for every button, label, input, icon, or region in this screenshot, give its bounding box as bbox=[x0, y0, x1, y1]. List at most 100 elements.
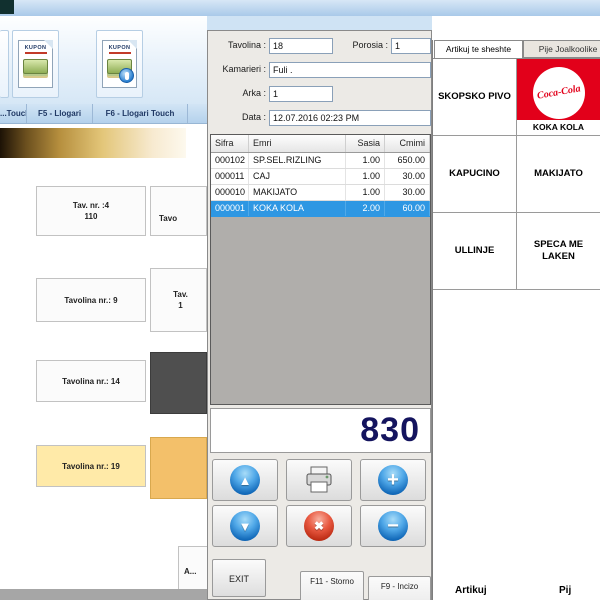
delete-button[interactable]: ✖ bbox=[286, 505, 352, 547]
table-button-label: Tavolina nr.: 14 bbox=[62, 376, 120, 387]
cell-emri: SP.SEL.RIZLING bbox=[249, 153, 346, 168]
kupon-document-icon: KUPON bbox=[102, 40, 137, 88]
cell-sasia: 2.00 bbox=[346, 201, 385, 216]
table-button-4[interactable]: Tav. nr. :4 110 bbox=[36, 186, 146, 236]
kamarieri-label: Kamarieri : bbox=[210, 64, 266, 74]
product-makijato[interactable]: MAKIJATO bbox=[517, 136, 600, 213]
cell-emri: CAJ bbox=[249, 169, 346, 184]
toolbar-label-band: ...Touch F5 - Llogari F6 - Llogari Touch bbox=[0, 104, 207, 124]
app-corner-icon bbox=[0, 0, 14, 14]
table-button-label: Tav. bbox=[173, 289, 188, 300]
banner-image bbox=[0, 128, 186, 158]
exit-button[interactable]: EXIT bbox=[212, 559, 266, 597]
close-icon: ✖ bbox=[304, 511, 334, 541]
table-button-partial-bottom[interactable]: A... bbox=[178, 546, 208, 590]
total-box: 830 bbox=[210, 408, 431, 453]
cell-cmimi: 30.00 bbox=[385, 169, 430, 184]
table-button-partial-4[interactable] bbox=[150, 437, 207, 499]
storno-button[interactable]: F11 - Storno bbox=[300, 571, 364, 600]
tavolina-label: Tavolina : bbox=[214, 40, 266, 50]
toolbar-button-touch[interactable] bbox=[0, 30, 9, 98]
cell-sasia: 1.00 bbox=[346, 185, 385, 200]
toolbar-label-f5-llogari[interactable]: F5 - Llogari bbox=[27, 104, 93, 123]
product-skopsko-pivo[interactable]: SKOPSKO PIVO bbox=[433, 59, 517, 136]
kupon-underline bbox=[25, 52, 47, 54]
tab-artikuj-te-sheshte[interactable]: Artikuj te sheshte bbox=[434, 40, 523, 58]
print-button[interactable] bbox=[286, 459, 352, 501]
order-panel: Tavolina : Porosia : Kamarieri : Arka : … bbox=[207, 30, 432, 600]
product-label: KAPUCINO bbox=[449, 168, 500, 180]
order-row[interactable]: 000010 MAKIJATO 1.00 30.00 bbox=[211, 185, 430, 201]
cell-sifra: 000102 bbox=[211, 153, 249, 168]
toolbar-button-f6-llogari-touch[interactable]: KUPON bbox=[96, 30, 143, 98]
order-row[interactable]: 000102 SP.SEL.RIZLING 1.00 650.00 bbox=[211, 153, 430, 169]
bottom-strip bbox=[0, 589, 207, 600]
order-row[interactable]: 000011 CAJ 1.00 30.00 bbox=[211, 169, 430, 185]
column-header-sasia[interactable]: Sasia bbox=[346, 135, 385, 152]
table-button-label: Tavolina nr.: 9 bbox=[64, 295, 117, 306]
product-koka-kola[interactable]: Coca-Cola KOKA KOLA bbox=[517, 59, 600, 136]
order-row-selected[interactable]: 000001 KOKA KOLA 2.00 60.00 bbox=[211, 201, 430, 217]
table-button-partial-2[interactable]: Tav. 1 bbox=[150, 268, 207, 332]
toolbar-label-touch[interactable]: ...Touch bbox=[0, 104, 27, 123]
table-button-9[interactable]: Tavolina nr.: 9 bbox=[36, 278, 146, 322]
toolbar: KUPON KUPON bbox=[0, 16, 207, 104]
add-item-button[interactable]: + bbox=[360, 459, 426, 501]
porosia-label: Porosia : bbox=[338, 40, 388, 50]
incizo-button[interactable]: F9 - Incizo bbox=[368, 576, 431, 600]
cell-sasia: 1.00 bbox=[346, 169, 385, 184]
bottom-tab-artikuj[interactable]: Artikuj bbox=[455, 585, 487, 596]
product-speca-me-laken[interactable]: SPECA ME LAKEN bbox=[517, 213, 600, 290]
product-label: MAKIJATO bbox=[534, 168, 583, 180]
tab-pije-joalkoolike[interactable]: Pije Joalkoolike bbox=[523, 40, 600, 58]
table-button-19[interactable]: Tavolina nr.: 19 bbox=[36, 445, 146, 487]
products-top-area bbox=[432, 16, 600, 40]
table-button-label: A... bbox=[184, 566, 196, 577]
arrow-down-icon: ▼ bbox=[230, 511, 260, 541]
product-ullinje[interactable]: ULLINJE bbox=[433, 213, 517, 290]
minus-icon: − bbox=[378, 511, 408, 541]
window-top-strip bbox=[0, 0, 600, 16]
panel-top-strip bbox=[207, 16, 432, 30]
toolbar-label-spacer bbox=[188, 104, 207, 123]
kamarieri-field[interactable] bbox=[269, 62, 431, 78]
toolbar-button-f5-llogari[interactable]: KUPON bbox=[12, 30, 59, 98]
move-up-button[interactable]: ▲ bbox=[212, 459, 278, 501]
column-header-cmimi[interactable]: Cmimi bbox=[385, 135, 430, 152]
money-icon bbox=[23, 59, 48, 74]
kupon-document-icon: KUPON bbox=[18, 40, 53, 88]
table-button-label: Tavo bbox=[159, 213, 177, 224]
column-header-emri[interactable]: Emri bbox=[249, 135, 346, 152]
move-down-button[interactable]: ▼ bbox=[212, 505, 278, 547]
cola-script-text: Coca-Cola bbox=[536, 83, 581, 102]
data-field[interactable] bbox=[269, 110, 431, 126]
pos-window: KUPON KUPON ...Touch F5 - Llogari F6 - L… bbox=[0, 0, 600, 600]
cell-sifra: 000010 bbox=[211, 185, 249, 200]
toolbar-label-f6-llogari-touch[interactable]: F6 - Llogari Touch bbox=[93, 104, 188, 123]
remove-item-button[interactable]: − bbox=[360, 505, 426, 547]
product-label: ULLINJE bbox=[455, 245, 495, 257]
porosia-field[interactable] bbox=[391, 38, 431, 54]
coca-cola-logo-icon: Coca-Cola bbox=[533, 67, 585, 119]
kupon-underline bbox=[109, 52, 131, 54]
table-button-14[interactable]: Tavolina nr.: 14 bbox=[36, 360, 146, 402]
bottom-tab-pije[interactable]: Pij bbox=[559, 585, 571, 596]
column-header-sifra[interactable]: Sifra bbox=[211, 135, 249, 152]
cell-sasia: 1.00 bbox=[346, 153, 385, 168]
product-label: SKOPSKO PIVO bbox=[438, 91, 511, 103]
total-amount: 830 bbox=[360, 411, 420, 450]
products-grid: SKOPSKO PIVO Coca-Cola KOKA KOLA KAPUCIN… bbox=[433, 58, 600, 289]
data-label: Data : bbox=[214, 112, 266, 122]
order-grid-header: Sifra Emri Sasia Cmimi bbox=[211, 135, 430, 153]
cell-emri: MAKIJATO bbox=[249, 185, 346, 200]
table-button-label: Tavolina nr.: 19 bbox=[62, 461, 120, 472]
cell-sifra: 000001 bbox=[211, 201, 249, 216]
product-kapucino[interactable]: KAPUCINO bbox=[433, 136, 517, 213]
table-button-partial-1[interactable]: Tavo bbox=[150, 186, 207, 236]
page-fold-icon bbox=[44, 40, 53, 49]
touch-icon bbox=[119, 68, 134, 83]
table-button-partial-3[interactable] bbox=[150, 352, 207, 414]
table-button-sublabel: 110 bbox=[85, 211, 98, 222]
arka-field[interactable] bbox=[269, 86, 333, 102]
tavolina-field[interactable] bbox=[269, 38, 333, 54]
